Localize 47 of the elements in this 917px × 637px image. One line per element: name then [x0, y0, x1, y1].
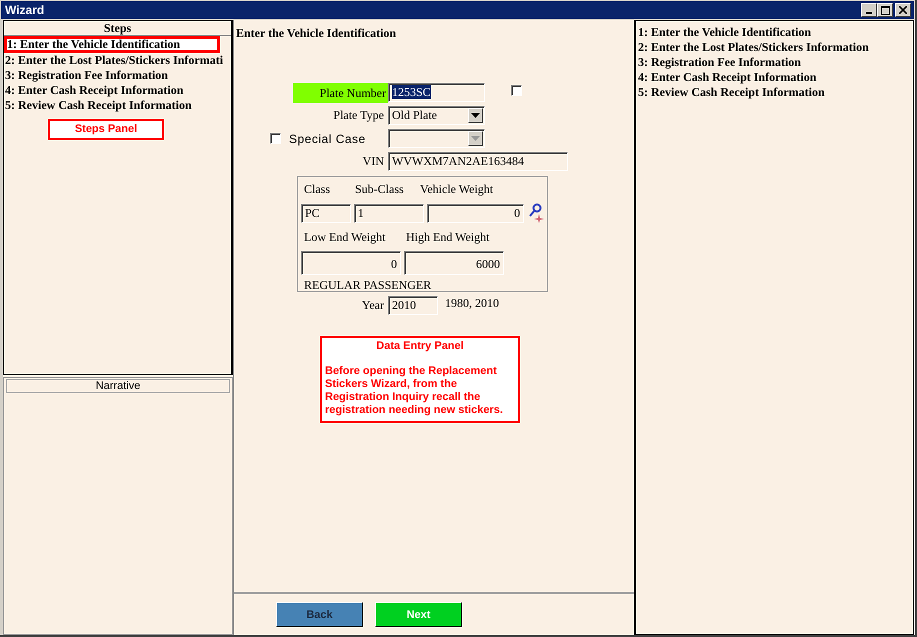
narrative-title: Narrative — [6, 379, 230, 393]
step-item[interactable]: 1: Enter the Vehicle Identification — [4, 36, 220, 53]
vehicle-weight-label: Vehicle Weight — [420, 182, 494, 196]
sub-class-field[interactable]: 1 — [354, 204, 424, 222]
special-case-checkbox[interactable] — [270, 133, 281, 144]
sub-class-label: Sub-Class — [355, 182, 405, 196]
special-case-dropdown[interactable] — [388, 129, 485, 148]
maximize-icon — [880, 6, 890, 14]
step-item[interactable]: 5: Review Cash Receipt Information — [4, 98, 231, 113]
low-end-weight-field[interactable]: 0 — [301, 251, 401, 275]
step-item[interactable]: 4: Enter Cash Receipt Information — [4, 83, 231, 98]
callout-title: Data Entry Panel — [375, 340, 465, 353]
vin-field[interactable]: WVWXM7AN2AE163484 — [388, 152, 568, 171]
plate-type-label: Plate Type — [333, 108, 384, 123]
wizard-button[interactable]: Back — [276, 602, 363, 627]
year-field[interactable]: 2010 — [388, 296, 438, 315]
steps-panel-callout: Steps Panel — [48, 119, 164, 140]
close-icon — [899, 6, 907, 14]
summary-step: 3: Registration Fee Information — [638, 55, 911, 70]
vin-label: VIN — [362, 154, 384, 169]
plate-number-field[interactable]: 1253SC — [388, 83, 485, 102]
class-field[interactable]: PC — [301, 204, 351, 222]
class-description: REGULAR PASSENGER — [303, 278, 432, 293]
search-icon[interactable] — [528, 203, 544, 223]
step-item[interactable]: 2: Enter the Lost Plates/Stickers Informati — [4, 53, 231, 68]
plate-checkbox[interactable] — [511, 85, 522, 96]
maximize-button[interactable] — [877, 3, 893, 17]
year-label: Year — [362, 298, 384, 313]
class-label: Class — [304, 182, 332, 196]
form-heading: Enter the Vehicle Identification — [236, 26, 398, 40]
step-item[interactable]: 3: Registration Fee Information — [4, 68, 231, 83]
special-case-label: Special Case — [289, 132, 366, 146]
vehicle-weight-field[interactable]: 0 — [426, 204, 524, 222]
year-range-text: 1980, 2010 — [445, 296, 499, 311]
high-end-weight-label: High End Weight — [406, 230, 490, 244]
plate-type-dropdown[interactable]: Old Plate — [388, 106, 485, 125]
summary-step: 2: Enter the Lost Plates/Stickers Information — [638, 40, 911, 55]
callout-text: Before opening the Replacement Stickers Wizard, from the Registration Inquiry recall the registration needing new stickers. — [324, 365, 504, 417]
plate-number-label: Plate Number — [293, 82, 388, 102]
low-end-weight-label: Low End Weight — [304, 230, 386, 244]
summary-step: 5: Review Cash Receipt Information — [638, 85, 911, 100]
summary-step: 1: Enter the Vehicle Identification — [638, 25, 911, 40]
close-button[interactable] — [895, 3, 911, 17]
window-title: Wizard — [5, 3, 44, 17]
minimize-button[interactable] — [861, 3, 877, 17]
high-end-weight-field[interactable]: 6000 — [404, 251, 504, 275]
summary-step: 4: Enter Cash Receipt Information — [638, 70, 911, 85]
